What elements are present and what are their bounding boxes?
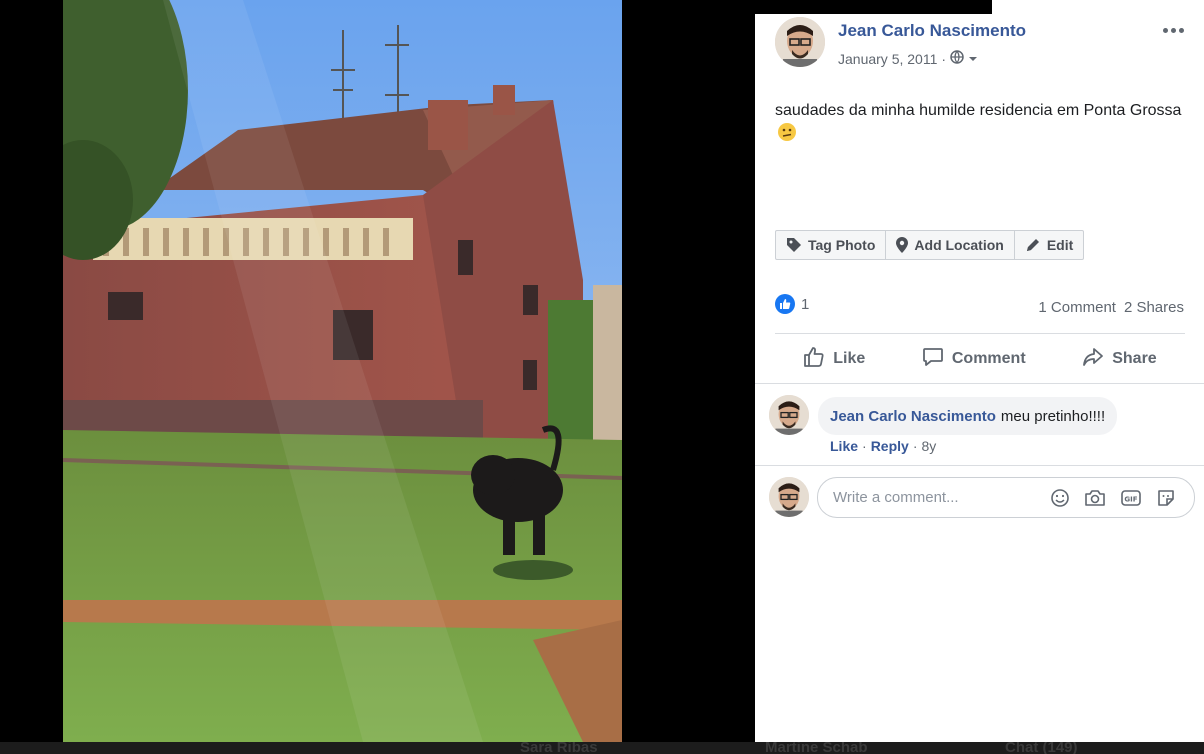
post-message: saudades da minha humilde residencia em … xyxy=(775,102,1182,119)
map-pin-icon xyxy=(896,237,909,253)
dot xyxy=(1178,27,1184,33)
photo-action-toolbar: Tag Photo Add Location Edit xyxy=(775,230,1085,260)
comment-input[interactable]: Write a comment... GIF xyxy=(817,477,1195,518)
chat-bar: Sara Ribas Martine Schab Chat (149) xyxy=(0,742,1204,754)
speech-bubble-icon xyxy=(922,346,944,373)
comment-bubble: Jean Carlo Nascimento meu pretinho!!!! xyxy=(818,397,1118,435)
sticker-icon[interactable] xyxy=(1156,488,1176,508)
chevron-down-icon[interactable] xyxy=(968,51,978,67)
comment-like-link[interactable]: Like xyxy=(830,438,858,454)
pencil-icon xyxy=(1025,237,1041,253)
edit-label: Edit xyxy=(1046,237,1074,253)
separator: · xyxy=(912,438,918,454)
post-details-panel: Jean Carlo Nascimento January 5, 2011 · … xyxy=(755,0,1204,742)
gif-icon[interactable]: GIF xyxy=(1120,488,1142,508)
comment-author-name[interactable]: Jean Carlo Nascimento xyxy=(830,408,996,425)
comment-input-placeholder: Write a comment... xyxy=(833,489,959,506)
composer-icons: GIF xyxy=(1050,478,1176,517)
svg-text:GIF: GIF xyxy=(1124,495,1137,503)
divider xyxy=(755,465,1204,466)
add-location-button[interactable]: Add Location xyxy=(886,231,1015,259)
post-photo[interactable] xyxy=(63,0,622,742)
dot xyxy=(1170,27,1176,33)
chat-contact-sara[interactable]: Sara Ribas xyxy=(520,742,598,754)
reaction-count: 1 xyxy=(801,295,810,313)
post-text: saudades da minha humilde residencia em … xyxy=(775,100,1185,145)
thumbs-up-icon xyxy=(803,346,825,373)
post-author-name[interactable]: Jean Carlo Nascimento xyxy=(838,21,1026,41)
chat-button[interactable]: Chat (149) xyxy=(1005,742,1078,754)
divider xyxy=(775,333,1185,334)
top-bar xyxy=(755,0,992,14)
profile-picture xyxy=(769,395,809,435)
edit-button[interactable]: Edit xyxy=(1015,231,1083,259)
comment-reply-link[interactable]: Reply xyxy=(871,438,909,454)
separator: · xyxy=(862,438,867,454)
share-label: Share xyxy=(1112,350,1157,367)
profile-picture xyxy=(775,17,825,67)
comment-age[interactable]: 8y xyxy=(921,438,936,454)
commenter-avatar[interactable] xyxy=(769,395,809,435)
comment-label: Comment xyxy=(951,350,1026,367)
tag-photo-button[interactable]: Tag Photo xyxy=(776,231,887,259)
post-action-bar: Like Comment Share xyxy=(775,336,1185,382)
post-date[interactable]: January 5, 2011 xyxy=(838,51,937,67)
composer-avatar xyxy=(769,477,809,517)
engagement-counts: 1 Comment 2 Shares xyxy=(1038,299,1184,316)
dot xyxy=(1162,27,1168,33)
divider xyxy=(755,383,1204,384)
globe-icon[interactable] xyxy=(950,50,964,67)
share-arrow-icon xyxy=(1082,346,1104,373)
meta-separator: · xyxy=(941,50,947,67)
comment-count-link[interactable]: 1 Comment xyxy=(1038,299,1116,316)
comment-actions: Like · Reply · 8y xyxy=(830,438,936,454)
like-label: Like xyxy=(833,350,866,367)
author-avatar[interactable] xyxy=(775,17,825,67)
comment-button[interactable]: Comment xyxy=(922,346,1026,373)
tag-photo-label: Tag Photo xyxy=(808,237,876,253)
reaction-summary[interactable]: 1 xyxy=(775,294,809,314)
add-location-label: Add Location xyxy=(914,237,1004,253)
like-reaction-icon xyxy=(775,294,795,314)
share-count-link[interactable]: 2 Shares xyxy=(1124,299,1184,316)
profile-picture xyxy=(769,477,809,517)
comment-text: meu pretinho!!!! xyxy=(1000,407,1106,425)
like-button[interactable]: Like xyxy=(803,346,865,373)
smiley-icon[interactable] xyxy=(1050,488,1070,508)
camera-icon[interactable] xyxy=(1084,488,1106,508)
share-button[interactable]: Share xyxy=(1082,346,1157,373)
house-and-dog-photo xyxy=(63,0,622,742)
photo-viewer xyxy=(0,0,755,754)
tag-icon xyxy=(786,237,802,253)
post-meta: January 5, 2011 · xyxy=(838,50,978,67)
more-options-button[interactable] xyxy=(1160,20,1186,40)
chat-contact-martine[interactable]: Martine Schab xyxy=(765,742,868,754)
confused-face-icon xyxy=(777,122,797,142)
